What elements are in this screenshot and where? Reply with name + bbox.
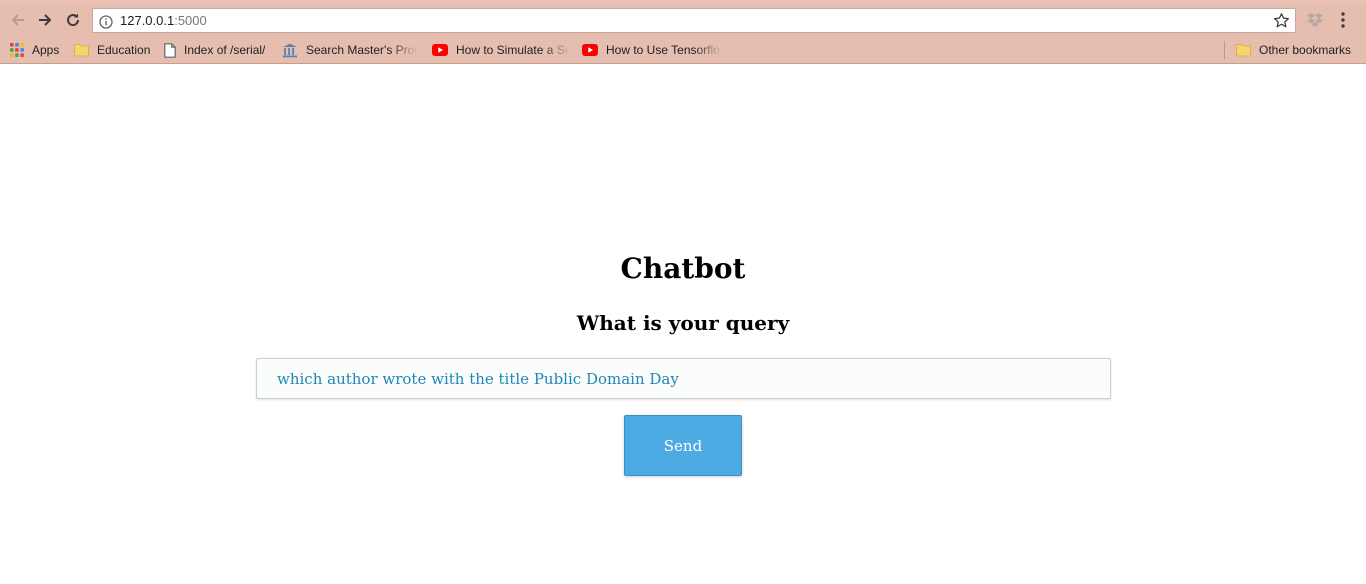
- folder-icon: [1236, 43, 1251, 57]
- address-bar[interactable]: 127.0.0.1:5000: [92, 8, 1296, 33]
- page-subtitle: What is your query: [576, 311, 790, 335]
- reload-icon: [67, 13, 80, 27]
- reload-button[interactable]: [63, 10, 83, 30]
- bookmark-label: Index of /serial/: [184, 43, 266, 57]
- url-host: 127.0.0.1: [120, 13, 175, 28]
- bookmark-label: Education: [97, 43, 151, 57]
- browser-toolbar: 127.0.0.1:5000: [0, 3, 1366, 37]
- bookmarks-bar: Apps Education Index of /serial/ Search …: [0, 37, 1366, 64]
- bookmark-other[interactable]: Other bookmarks: [1236, 41, 1351, 59]
- bookmark-apps[interactable]: Apps: [10, 41, 59, 59]
- folder-icon: [74, 43, 89, 57]
- forward-button[interactable]: [35, 10, 55, 30]
- bookmark-index-serial[interactable]: Index of /serial/: [164, 41, 265, 59]
- bookmark-label: Apps: [32, 43, 60, 57]
- bookmark-star-icon[interactable]: [1273, 12, 1290, 33]
- page-icon: [164, 42, 176, 58]
- send-button[interactable]: Send: [624, 415, 742, 476]
- browser-menu-icon[interactable]: [1340, 11, 1346, 33]
- bookmark-tensorflow[interactable]: How to Use Tensorflo: [582, 41, 722, 59]
- bookmark-education[interactable]: Education: [74, 41, 150, 59]
- bookmark-label: How to Simulate a Se: [456, 43, 570, 57]
- info-icon[interactable]: [99, 14, 113, 33]
- page-title: Chatbot: [620, 252, 746, 285]
- bookmarks-separator: [1224, 41, 1225, 59]
- back-button[interactable]: [8, 10, 28, 30]
- url-port: :5000: [174, 13, 207, 28]
- url-text: 127.0.0.1:5000: [120, 13, 207, 28]
- bookmark-simulate[interactable]: How to Simulate a Se: [432, 41, 570, 59]
- youtube-icon: [432, 44, 448, 56]
- youtube-icon: [582, 44, 598, 56]
- back-arrow-icon: [11, 14, 24, 26]
- apps-grid-icon: [10, 43, 24, 57]
- dropbox-extension-icon[interactable]: [1306, 12, 1324, 32]
- bookmark-search-masters[interactable]: Search Master's Prog: [282, 41, 418, 59]
- bookmark-label: Search Master's Prog: [306, 43, 418, 57]
- forward-arrow-icon: [39, 14, 52, 26]
- bookmark-label: How to Use Tensorflo: [606, 43, 720, 57]
- query-input[interactable]: [256, 358, 1111, 399]
- institution-icon: [282, 43, 298, 58]
- bookmark-label: Other bookmarks: [1259, 43, 1352, 57]
